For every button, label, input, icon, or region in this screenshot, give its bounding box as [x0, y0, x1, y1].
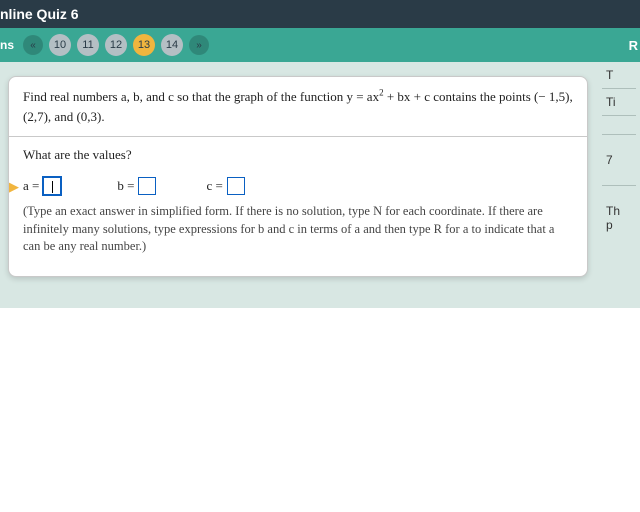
nav-label: ns [0, 38, 14, 52]
side-frag-1: T [602, 62, 636, 89]
nav-right-fragment: R [629, 38, 638, 53]
app-header: nline Quiz 6 [0, 0, 640, 28]
input-b[interactable] [138, 177, 156, 195]
nav-next-button[interactable]: » [189, 35, 209, 55]
point-2: 2,7 [27, 109, 43, 124]
question-card: Find real numbers a, b, and c so that th… [8, 76, 588, 277]
focus-pointer-icon: ▶ [9, 179, 19, 195]
chevron-left-icon: « [30, 40, 36, 51]
prompt-mid: + bx + c contains the points ( [384, 89, 539, 104]
input-c[interactable] [227, 177, 245, 195]
question-prompt: Find real numbers a, b, and c so that th… [9, 77, 587, 137]
content-area: Find real numbers a, b, and c so that th… [0, 62, 640, 308]
point-1: − 1,5 [538, 89, 565, 104]
chevron-right-icon: » [196, 40, 202, 51]
nav-item-13[interactable]: 13 [133, 34, 155, 56]
answer-heading: What are the values? [23, 147, 573, 163]
label-b: b = [117, 178, 134, 194]
quiz-title: nline Quiz 6 [0, 6, 79, 22]
value-row: ▶ a = b = c = [23, 177, 573, 195]
side-frag-2: Ti [602, 89, 636, 116]
point-3: 0,3 [81, 109, 97, 124]
side-frag-4b: p [602, 218, 636, 232]
nav-item-11[interactable]: 11 [77, 34, 99, 56]
nav-item-12[interactable]: 12 [105, 34, 127, 56]
input-a[interactable] [43, 177, 61, 195]
side-frag-3: 7 [602, 153, 636, 167]
hint-text: (Type an exact answer in simplified form… [23, 203, 573, 256]
question-nav: ns « 10 11 12 13 14 » R [0, 28, 640, 62]
label-c: c = [206, 178, 222, 194]
prompt-prefix: Find real numbers a, b, and c so that th… [23, 89, 379, 104]
label-a: a = [23, 178, 39, 194]
side-panel-fragment: T Ti 7 Th p [602, 62, 636, 232]
nav-prev-button[interactable]: « [23, 35, 43, 55]
side-frag-4a: Th [602, 204, 636, 218]
nav-item-10[interactable]: 10 [49, 34, 71, 56]
answer-section: What are the values? ▶ a = b = c = (Type… [9, 137, 587, 276]
nav-item-14[interactable]: 14 [161, 34, 183, 56]
